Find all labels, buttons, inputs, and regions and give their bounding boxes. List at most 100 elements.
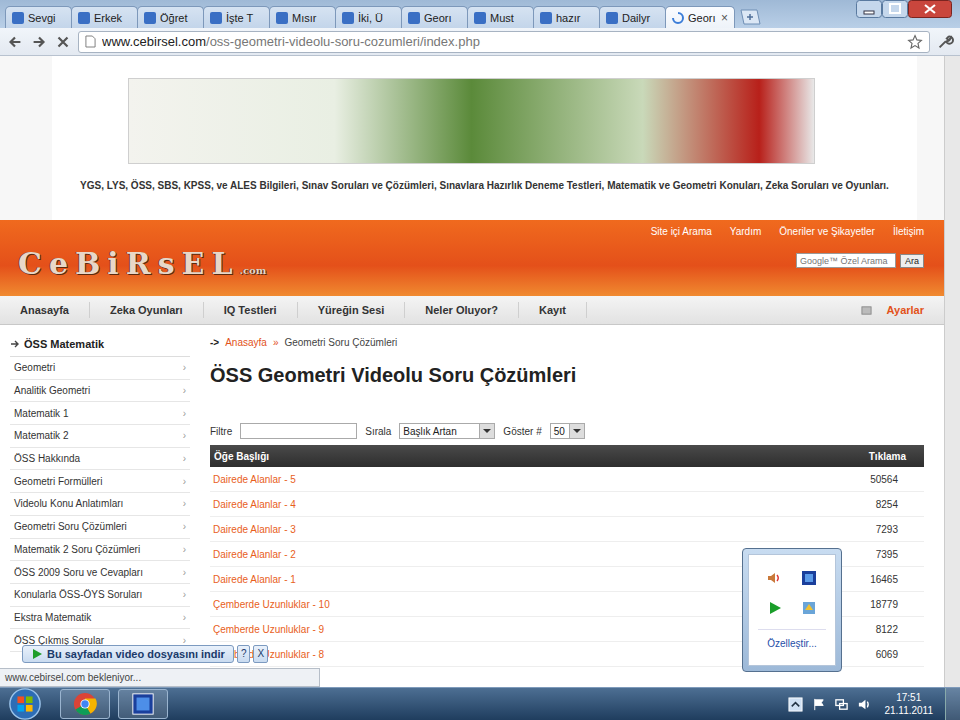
wrench-icon[interactable] — [936, 33, 954, 51]
stop-icon[interactable] — [54, 33, 72, 51]
item-link[interactable]: Dairede Alanlar - 3 — [213, 524, 296, 535]
browser-tab[interactable]: Öğret — [137, 6, 204, 28]
close-button[interactable]: X — [253, 645, 268, 663]
table-row: Dairede Alanlar - 5 50564 — [210, 467, 924, 492]
item-link[interactable]: Çemberde Uzunluklar - 9 — [213, 624, 324, 635]
dropdown-arrow-icon — [569, 424, 584, 438]
page-top: YGS, LYS, ÖSS, SBS, KPSS, ve ALES Bilgil… — [52, 56, 917, 220]
network-icon[interactable] — [834, 697, 849, 712]
browser-tab[interactable]: Erkek — [71, 6, 138, 28]
header-link[interactable]: Öneriler ve Şikayetler — [779, 226, 875, 237]
item-link[interactable]: Dairede Alanlar - 1 — [213, 574, 296, 585]
page-title: ÖSS Geometri Videolu Soru Çözümleri — [210, 362, 924, 388]
settings-link[interactable]: Ayarlar — [886, 304, 924, 316]
address-bar[interactable]: www.cebirsel.com/oss-geometri-videolu-so… — [78, 31, 930, 53]
item-link[interactable]: Dairede Alanlar - 2 — [213, 549, 296, 560]
browser-tab[interactable]: İki, Ü — [335, 6, 402, 28]
taskbar-app[interactable] — [118, 689, 168, 719]
favicon-icon — [144, 12, 156, 24]
customize-link[interactable]: Özelleştir... — [767, 638, 816, 649]
search-button[interactable]: Ara — [900, 254, 924, 268]
header-link[interactable]: İletişim — [893, 226, 924, 237]
sidebar-item[interactable]: Geometri Soru Çözümleri› — [10, 516, 190, 539]
back-arrow-icon[interactable] — [6, 33, 24, 51]
item-link[interactable]: Çemberde Uzunluklar - 10 — [213, 599, 330, 610]
taskbar-app[interactable] — [60, 689, 110, 719]
scrollbar[interactable] — [944, 56, 960, 687]
tab-label: Öğret — [160, 12, 197, 24]
recorder-app-icon — [131, 692, 155, 716]
favicon-icon — [606, 12, 618, 24]
maximize-icon[interactable] — [882, 0, 908, 18]
sidebar-item[interactable]: Konularla ÖSS-ÖYS Soruları› — [10, 584, 190, 607]
new-tab-icon[interactable] — [738, 9, 762, 25]
site-search: Ara — [796, 253, 924, 268]
tab-close-button[interactable]: × — [721, 11, 728, 25]
close-window-icon[interactable] — [908, 0, 952, 18]
status-bubble: www.cebirsel.com bekleniyor... — [0, 668, 320, 687]
show-hidden-icons-icon[interactable] — [788, 697, 803, 712]
browser-tab[interactable]: İşte T — [203, 6, 270, 28]
browser-tab[interactable]: Must — [467, 6, 534, 28]
tray-overflow-popup: Özelleştir... — [742, 548, 842, 672]
breadcrumb: -> Anasayfa » Geometri Soru Çözümleri — [210, 335, 924, 348]
sidebar-item[interactable]: Matematik 1› — [10, 402, 190, 425]
banner-ad[interactable] — [128, 78, 815, 164]
nav-item[interactable]: Kayıt — [519, 302, 587, 318]
clock[interactable]: 17:51 21.11.2011 — [880, 691, 937, 717]
flag-icon[interactable] — [811, 697, 826, 712]
favicon-icon — [342, 12, 354, 24]
search-input[interactable] — [796, 253, 896, 268]
tagline: YGS, LYS, ÖSS, SBS, KPSS, ve ALES Bilgil… — [70, 178, 900, 193]
play-icon[interactable] — [766, 599, 784, 617]
speaker-icon[interactable] — [766, 569, 784, 587]
item-link[interactable]: Dairede Alanlar - 5 — [213, 474, 296, 485]
sort-select[interactable]: Başlık Artan — [399, 423, 495, 439]
click-count: 7293 — [876, 524, 898, 535]
header-link[interactable]: Site içi Arama — [651, 226, 712, 237]
speaker-icon[interactable] — [857, 697, 872, 712]
tab-label: İki, Ü — [358, 12, 395, 24]
browser-tab[interactable]: Dailyr — [599, 6, 666, 28]
browser-tab[interactable]: Georı × — [665, 6, 735, 28]
browser-tab[interactable]: Georı — [401, 6, 468, 28]
sidebar-item[interactable]: Ekstra Matematik› — [10, 607, 190, 630]
click-count: 8254 — [876, 499, 898, 510]
start-orb-icon[interactable] — [8, 687, 42, 720]
sidebar-item[interactable]: Geometri› — [10, 357, 190, 380]
nav-item[interactable]: IQ Testleri — [204, 302, 298, 318]
item-link[interactable]: Dairede Alanlar - 4 — [213, 499, 296, 510]
show-desktop-button[interactable] — [945, 688, 960, 720]
nav-item[interactable]: Zeka Oyunları — [90, 302, 204, 318]
sidebar-item[interactable]: Matematik 2 Soru Çözümleri› — [10, 539, 190, 562]
sidebar-item[interactable]: ÖSS 2009 Soru ve Cevapları› — [10, 561, 190, 584]
minimize-icon[interactable] — [856, 0, 882, 18]
settings-icon — [861, 305, 872, 316]
bookmark-star-icon[interactable] — [907, 34, 923, 50]
forward-arrow-icon[interactable] — [30, 33, 48, 51]
header-link[interactable]: Yardım — [730, 226, 762, 237]
click-count: 18779 — [870, 599, 898, 610]
browser-tab[interactable]: Sevgi — [5, 6, 72, 28]
sidebar-item[interactable]: Analitik Geometri› — [10, 380, 190, 403]
nav-item[interactable]: Anasayfa — [0, 302, 90, 318]
sidebar-item[interactable]: Geometri Formülleri› — [10, 470, 190, 493]
sidebar-item[interactable]: Matematik 2› — [10, 425, 190, 448]
tab-label: Sevgi — [28, 12, 65, 24]
browser-tab[interactable]: Mısır — [269, 6, 336, 28]
filter-input[interactable] — [240, 423, 357, 439]
sidebar-item[interactable]: Videolu Konu Anlatımları› — [10, 493, 190, 516]
sidebar-item[interactable]: ÖSS Hakkında› — [10, 448, 190, 471]
nav-item[interactable]: Neler Oluyor? — [405, 302, 519, 318]
help-button[interactable]: ? — [237, 645, 251, 663]
display-icon[interactable] — [800, 569, 818, 587]
browser-tab[interactable]: hazır — [533, 6, 600, 28]
nav-item[interactable]: Yüreğin Sesi — [298, 302, 406, 318]
download-video-button[interactable]: Bu sayfadan video dosyasını indir — [22, 645, 234, 663]
breadcrumb-link[interactable]: Anasayfa — [225, 337, 267, 348]
update-icon[interactable] — [800, 599, 818, 617]
tab-label: İşte T — [226, 12, 263, 24]
url-text: www.cebirsel.com/oss-geometri-videolu-so… — [102, 34, 901, 49]
site-logo[interactable]: CeBiRsEL.com — [18, 246, 266, 281]
show-count-select[interactable]: 50 — [550, 423, 585, 439]
